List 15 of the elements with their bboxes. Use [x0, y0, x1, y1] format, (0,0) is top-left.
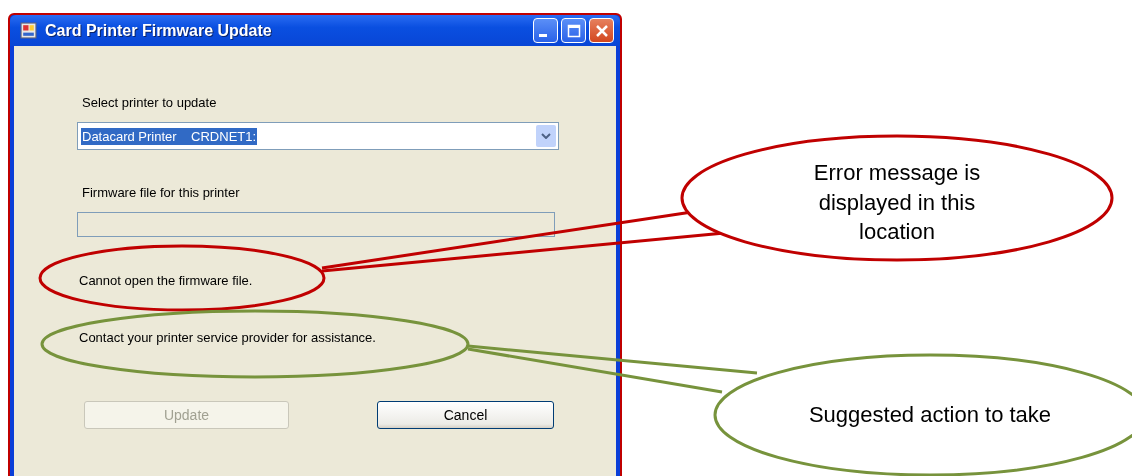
maximize-button[interactable]: [561, 18, 586, 43]
firmware-file-field[interactable]: [77, 212, 555, 237]
suggestion-message: Contact your printer service provider for assistance.: [79, 330, 377, 345]
error-message: Cannot open the firmware file.: [79, 273, 254, 288]
app-icon: [20, 22, 37, 39]
minimize-button[interactable]: [533, 18, 558, 43]
field-label: Select printer to update: [82, 95, 218, 110]
printer-dropdown[interactable]: Datacard Printer CRDNET1:: [77, 122, 559, 150]
minimize-icon: [539, 34, 547, 37]
callout-text: Suggested action to take: [807, 401, 1053, 429]
callout-text: Error message is displayed in this location: [812, 159, 982, 247]
dialog-button[interactable]: Cancel: [377, 401, 554, 429]
window-title: Card Printer Firmware Update: [45, 21, 273, 40]
field-label: Firmware file for this printer: [82, 185, 241, 200]
close-button[interactable]: [589, 18, 614, 43]
